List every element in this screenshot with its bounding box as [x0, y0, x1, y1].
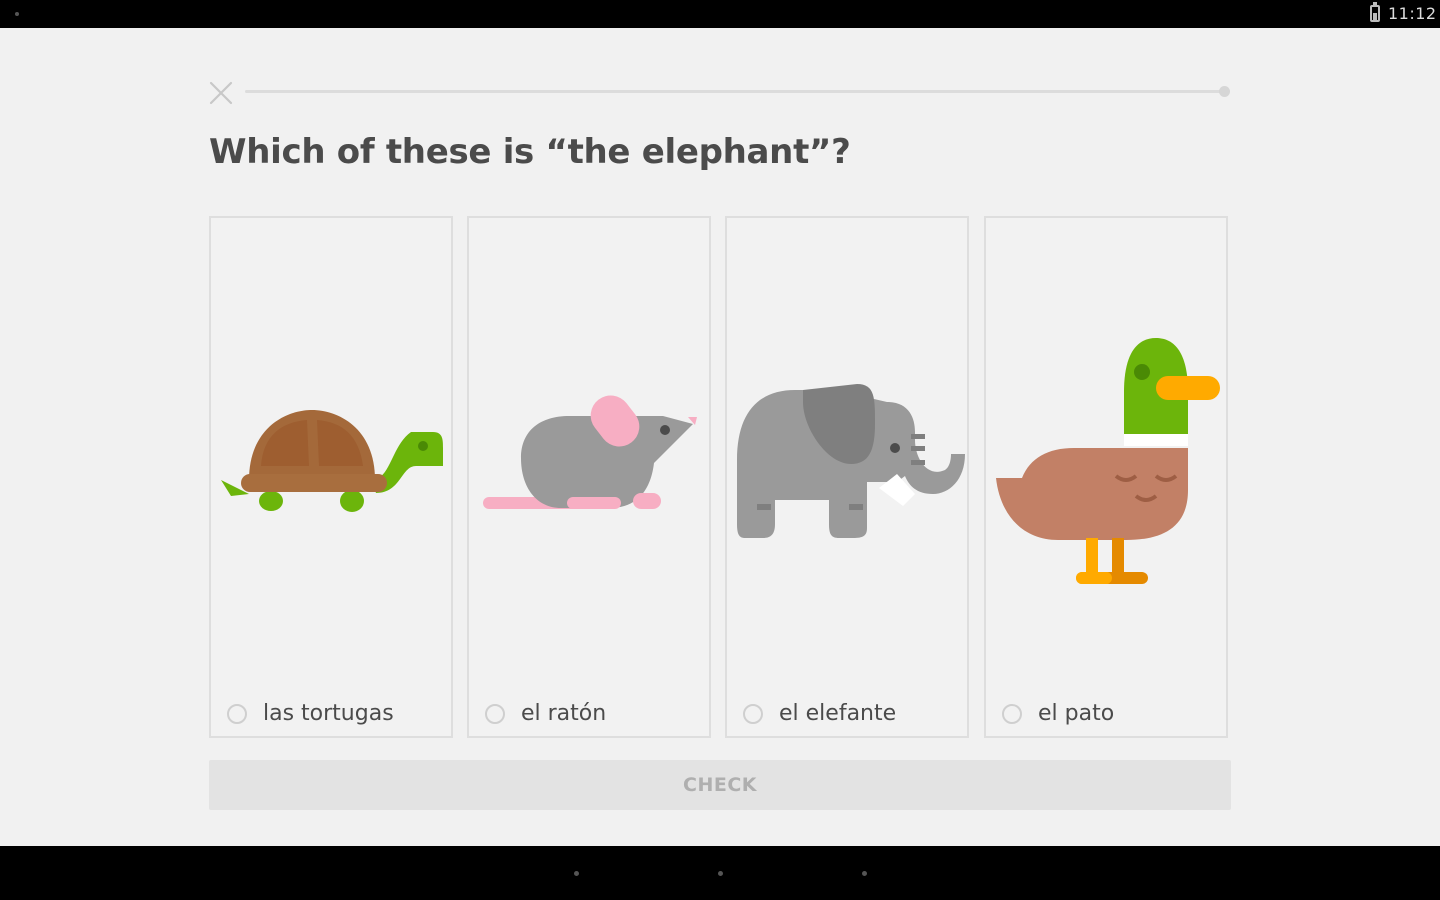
battery-icon [1370, 2, 1380, 22]
elephant-image [737, 384, 965, 538]
mouse-image [483, 395, 697, 509]
choice-radio[interactable] [1002, 704, 1022, 724]
choice-label: el ratón [521, 701, 607, 726]
choice-label: el elefante [779, 701, 897, 726]
duck-image [996, 338, 1220, 584]
choice-card-elephant[interactable]: el elefante [725, 216, 969, 738]
question-title: Which of these is “the elephant”? [209, 132, 851, 172]
choice-radio[interactable] [743, 704, 763, 724]
choice-radio[interactable] [485, 704, 505, 724]
progress-bar [245, 90, 1225, 93]
check-button[interactable]: CHECK [209, 760, 1231, 810]
choice-radio[interactable] [227, 704, 247, 724]
choice-card-turtle[interactable]: las tortugas [209, 216, 453, 738]
turtle-image [221, 410, 443, 512]
clock: 11:12 [1388, 4, 1437, 23]
home-icon[interactable] [718, 871, 723, 876]
choice-label: el pato [1038, 701, 1115, 726]
status-bar: 11:12 [0, 0, 1440, 28]
navigation-bar [0, 846, 1440, 900]
close-icon[interactable] [209, 81, 233, 105]
choice-card-mouse[interactable]: el ratón [467, 216, 711, 738]
recents-icon[interactable] [862, 871, 867, 876]
progress-end-marker [1219, 86, 1230, 97]
choice-label: las tortugas [263, 701, 394, 726]
lesson-screen: Which of these is “the elephant”? las to… [0, 28, 1440, 846]
choice-card-duck[interactable]: el pato [984, 216, 1228, 738]
notification-dot [15, 12, 19, 16]
back-icon[interactable] [574, 871, 579, 876]
